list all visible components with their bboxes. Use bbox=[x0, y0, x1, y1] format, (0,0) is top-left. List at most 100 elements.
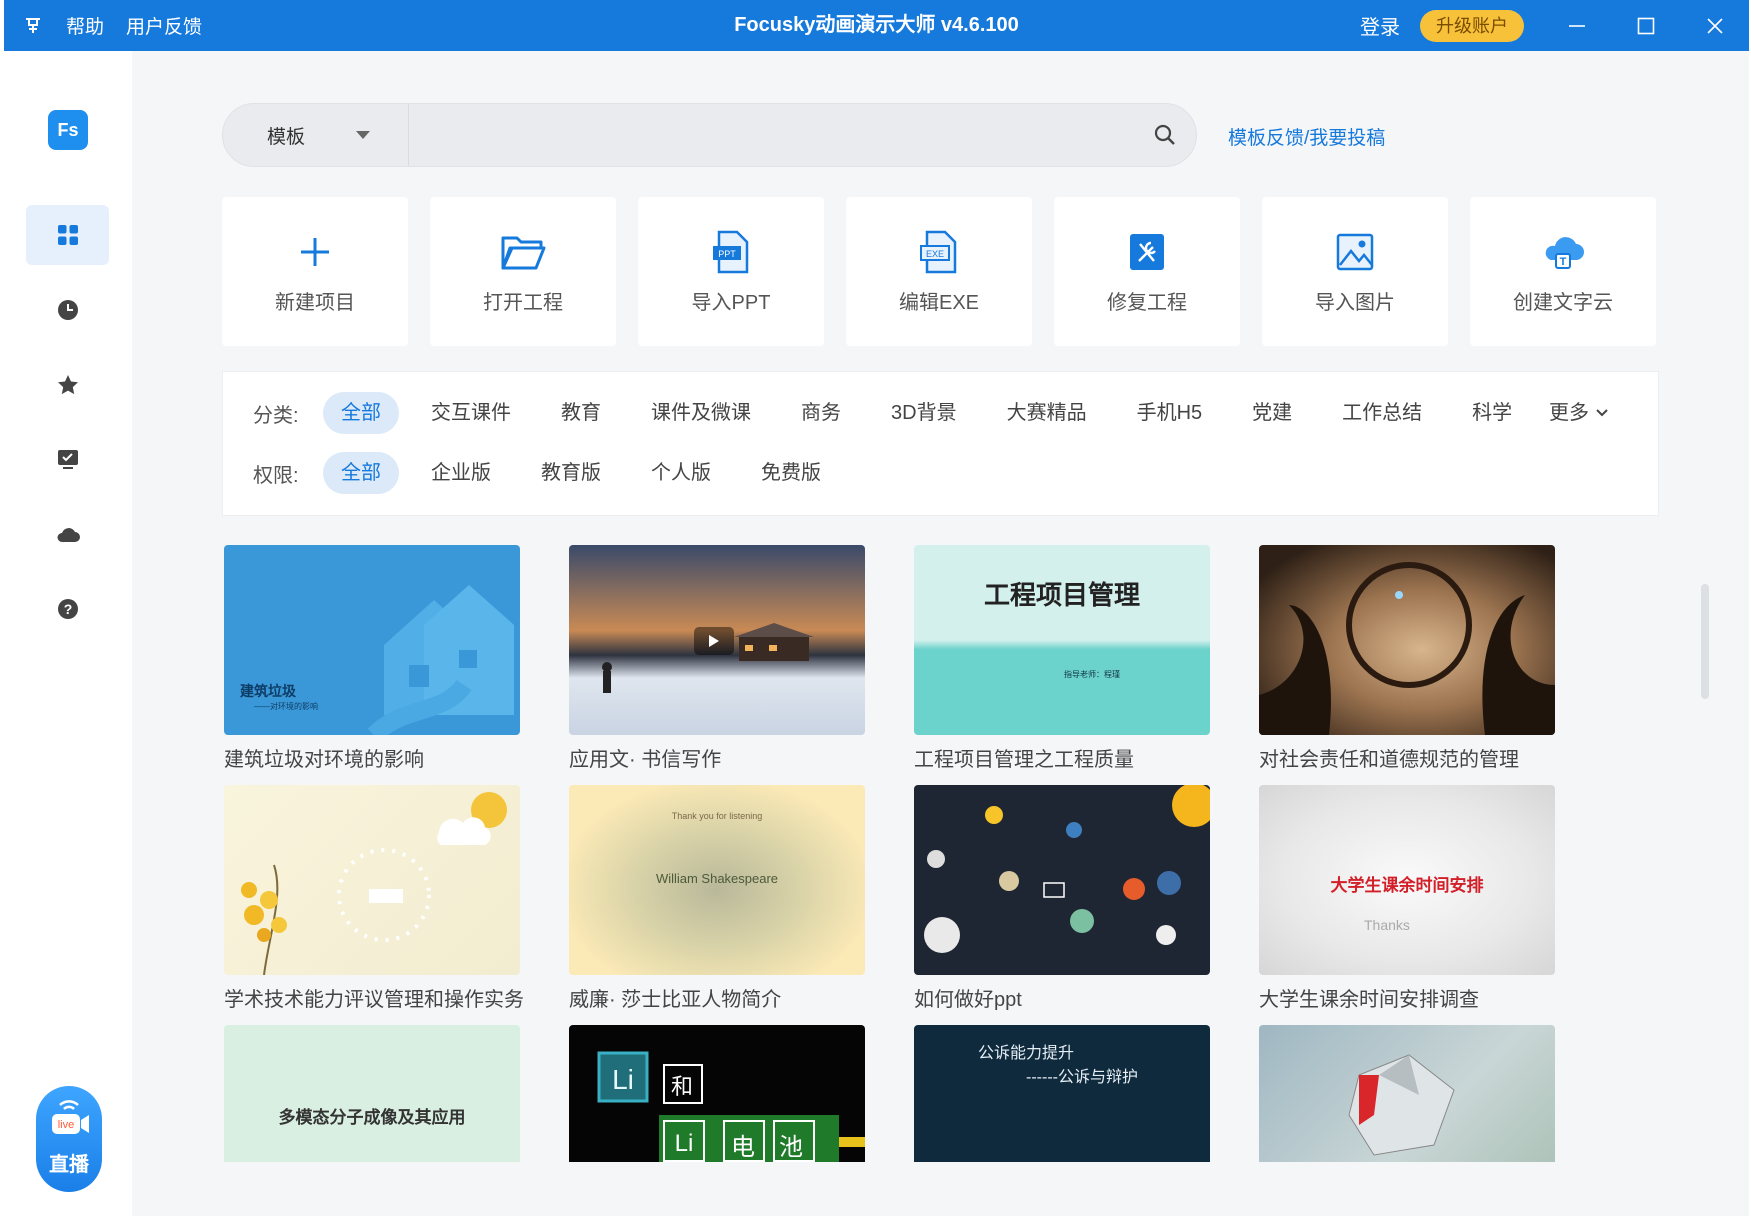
sidebar-item-templates[interactable] bbox=[26, 205, 109, 265]
sidebar-item-favorites[interactable] bbox=[26, 355, 109, 415]
login-button[interactable]: 登录 bbox=[1360, 11, 1400, 40]
permission-tag[interactable]: 企业版 bbox=[413, 452, 509, 494]
open-project-button[interactable]: 打开工程 bbox=[430, 197, 616, 346]
template-name: 如何做好ppt bbox=[914, 989, 1022, 1011]
template-thumbnail: 建筑垃圾 ——对环境的影响 bbox=[224, 545, 520, 735]
category-tag[interactable]: 手机H5 bbox=[1119, 392, 1221, 434]
template-grid: 建筑垃圾 ——对环境的影响 建筑垃圾对环境的影响 应用文· 书信写作 工程项目管… bbox=[224, 545, 1584, 1162]
cloud-icon bbox=[57, 528, 80, 542]
search-category-dropdown[interactable]: 模板 bbox=[223, 104, 409, 166]
help-icon: ? bbox=[57, 599, 78, 619]
template-card[interactable]: 多模态分子成像及其应用 bbox=[224, 1025, 520, 1162]
clock-icon bbox=[57, 300, 78, 320]
template-card[interactable]: 如何做好ppt bbox=[914, 785, 1210, 1012]
thumbnail-title: 公诉能力提升 bbox=[978, 1045, 1075, 1062]
repair-project-button[interactable]: 修复工程 bbox=[1054, 197, 1240, 346]
template-card[interactable]: 应用文· 书信写作 bbox=[569, 545, 865, 772]
template-card[interactable]: 公诉能力提升 ------公诉与辩护 bbox=[914, 1025, 1210, 1162]
thumbnail-title: 建筑垃圾 bbox=[240, 683, 296, 699]
thumbnail-subtitle: 指导老师：程瑾 bbox=[1064, 670, 1120, 679]
new-project-button[interactable]: 新建项目 bbox=[222, 197, 408, 346]
chevron-down-icon bbox=[1596, 409, 1608, 417]
template-name: 工程项目管理之工程质量 bbox=[914, 749, 1134, 771]
checklist-icon bbox=[57, 450, 78, 469]
template-thumbnail: 大学生课余时间安排 Thanks bbox=[1259, 785, 1555, 975]
template-card[interactable]: 大学生课余时间安排 Thanks 大学生课余时间安排调查 bbox=[1259, 785, 1555, 1012]
minimize-button[interactable] bbox=[1542, 0, 1611, 51]
search-category-label: 模板 bbox=[267, 126, 306, 148]
plus-icon bbox=[291, 228, 339, 276]
category-tag[interactable]: 交互课件 bbox=[413, 392, 529, 434]
category-tag[interactable]: 工作总结 bbox=[1324, 392, 1440, 434]
template-card[interactable]: 对社会责任和道德规范的管理 bbox=[1259, 545, 1555, 772]
grid-scrollbar[interactable] bbox=[1701, 584, 1709, 699]
more-label: 更多 bbox=[1549, 402, 1589, 424]
live-button[interactable]: live 直播 bbox=[36, 1086, 102, 1192]
upgrade-button[interactable]: 升级账户 bbox=[1420, 9, 1524, 42]
template-name: 学术技术能力评议管理和操作实务 bbox=[224, 989, 524, 1011]
close-icon bbox=[1706, 17, 1723, 34]
thumbnail-subtitle: 电池 bbox=[731, 1134, 827, 1161]
svg-text:live: live bbox=[58, 1119, 75, 1131]
category-tag[interactable]: 党建 bbox=[1234, 392, 1310, 434]
import-ppt-button[interactable]: PPT 导入PPT bbox=[638, 197, 824, 346]
sidebar-item-help[interactable]: ? bbox=[26, 579, 109, 639]
template-card[interactable]: 工程项目管理 指导老师：程瑾 工程项目管理之工程质量 bbox=[914, 545, 1210, 772]
template-card[interactable]: 建筑垃圾 ——对环境的影响 建筑垃圾对环境的影响 bbox=[224, 545, 520, 772]
pin-icon[interactable] bbox=[22, 15, 44, 37]
maximize-button[interactable] bbox=[1611, 0, 1680, 51]
action-label: 创建文字云 bbox=[1513, 292, 1613, 314]
thumbnail-title: 大学生课余时间安排 bbox=[1330, 876, 1484, 895]
template-thumbnail: Li Li 和 电池 bbox=[569, 1025, 865, 1162]
sidebar: Fs ? live 直播 bbox=[4, 51, 132, 1216]
category-tag[interactable]: 科学 bbox=[1454, 392, 1530, 434]
template-name: 建筑垃圾对环境的影响 bbox=[224, 749, 424, 771]
template-thumbnail bbox=[1259, 545, 1555, 735]
category-tag[interactable]: 商务 bbox=[783, 392, 859, 434]
close-button[interactable] bbox=[1680, 0, 1749, 51]
sidebar-item-cloud[interactable] bbox=[26, 504, 109, 564]
live-label: 直播 bbox=[49, 1154, 89, 1176]
star-icon bbox=[57, 375, 78, 395]
create-word-cloud-button[interactable]: T 创建文字云 bbox=[1470, 197, 1656, 346]
permission-tag[interactable]: 全部 bbox=[323, 452, 399, 494]
category-tag[interactable]: 课件及微课 bbox=[633, 392, 769, 434]
action-label: 新建项目 bbox=[275, 292, 355, 314]
menu-help[interactable]: 帮助 bbox=[66, 12, 104, 39]
thumbnail-subtitle: Thank you for listening bbox=[671, 811, 763, 821]
more-categories-button[interactable]: 更多 bbox=[1549, 392, 1609, 434]
thumbnail-title: William Shakespeare bbox=[655, 871, 779, 886]
category-filter-row: 分类: 全部 交互课件 教育 课件及微课 商务 3D背景 大赛精品 手机H5 党… bbox=[253, 392, 1544, 434]
template-thumbnail: 多模态分子成像及其应用 bbox=[224, 1025, 520, 1162]
template-card[interactable]: Li Li 和 电池 bbox=[569, 1025, 865, 1162]
search-input[interactable] bbox=[410, 104, 1130, 166]
thumbnail-title: 多模态分子成像及其应用 bbox=[278, 1108, 466, 1127]
template-feedback-link[interactable]: 模板反馈/我要投稿 bbox=[1228, 123, 1385, 150]
permission-tag[interactable]: 个人版 bbox=[633, 452, 729, 494]
template-card[interactable]: 学术技术能力评议管理和操作实务 bbox=[224, 785, 524, 1012]
template-card[interactable] bbox=[1259, 1025, 1555, 1162]
title-bar: 帮助 用户反馈 Focusky动画演示大师 v4.6.100 登录 升级账户 bbox=[4, 0, 1749, 51]
sidebar-item-recent[interactable] bbox=[26, 280, 109, 340]
template-thumbnail: 工程项目管理 指导老师：程瑾 bbox=[914, 545, 1210, 735]
category-tag[interactable]: 教育 bbox=[543, 392, 619, 434]
permission-tag[interactable]: 教育版 bbox=[523, 452, 619, 494]
category-tag[interactable]: 3D背景 bbox=[873, 392, 975, 434]
main-content: 模板 模板反馈/我要投稿 新建项目 打开工程 PPT 导入PPT EXE 编辑E… bbox=[132, 51, 1749, 1216]
template-thumbnail: Thank you for listening William Shakespe… bbox=[569, 785, 865, 975]
action-label: 打开工程 bbox=[483, 292, 563, 314]
action-label: 编辑EXE bbox=[898, 292, 980, 314]
menu-feedback[interactable]: 用户反馈 bbox=[126, 12, 202, 39]
repair-tools-icon bbox=[1123, 228, 1171, 276]
template-card[interactable]: Thank you for listening William Shakespe… bbox=[569, 785, 865, 1012]
thumbnail-subtitle: ------公诉与辩护 bbox=[1026, 1069, 1138, 1086]
permission-tag[interactable]: 免费版 bbox=[743, 452, 839, 494]
sidebar-item-tasks[interactable] bbox=[26, 429, 109, 489]
import-image-button[interactable]: 导入图片 bbox=[1262, 197, 1448, 346]
edit-exe-button[interactable]: EXE 编辑EXE bbox=[846, 197, 1032, 346]
category-tag[interactable]: 大赛精品 bbox=[989, 392, 1105, 434]
template-thumbnail bbox=[914, 785, 1210, 975]
live-camera-icon: live bbox=[52, 1100, 89, 1134]
category-tag[interactable]: 全部 bbox=[323, 392, 399, 434]
search-icon[interactable] bbox=[1154, 124, 1176, 146]
